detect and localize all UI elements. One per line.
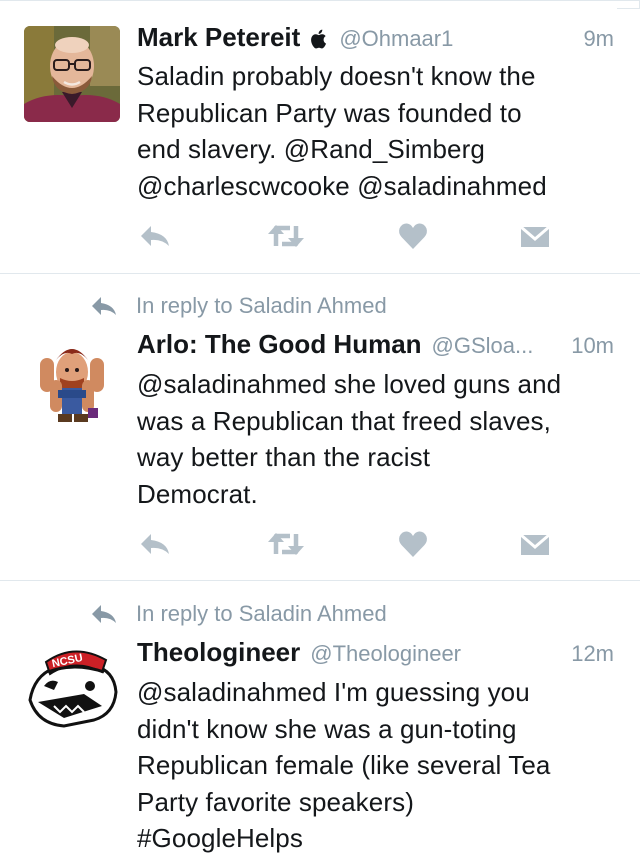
tweet-text-line: way better than the racist — [137, 442, 431, 472]
reply-icon — [141, 534, 169, 554]
tweet-actions — [0, 526, 640, 562]
tweet-text-line: Party favorite speakers) — [137, 786, 414, 817]
tweet-text: Saladin probably doesn't know the Republ… — [137, 58, 617, 204]
tweet-header: Arlo: The Good Human @GSloa... 10m — [137, 329, 614, 363]
timestamp: 12m — [571, 641, 614, 666]
reply-arrow-icon — [92, 297, 116, 315]
tweet-divider — [0, 273, 640, 274]
handle[interactable]: @Ohmaar1 — [339, 26, 453, 52]
reply-arrow-icon — [92, 605, 116, 623]
tweet-text-line: end slavery. @Rand_Simberg — [137, 134, 485, 164]
timestamp: 10m — [571, 333, 614, 358]
tweet-text-line: Republican female (like several Tea — [137, 750, 551, 780]
reply-icon — [141, 226, 169, 246]
tweet-text-line: Republican Party was founded to — [137, 97, 522, 128]
like-button[interactable] — [396, 218, 430, 254]
direct-message-button[interactable] — [518, 218, 552, 254]
tweet-text-line: @saladinahmed I'm guessing you — [137, 677, 530, 707]
handle[interactable]: @GSloa... — [432, 333, 534, 359]
reply-context[interactable]: In reply to Saladin Ahmed — [90, 291, 387, 321]
reply-button[interactable] — [135, 526, 175, 562]
retweet-button[interactable] — [265, 526, 307, 562]
tweet-header: Mark Petereit @Ohmaar1 9m — [137, 22, 614, 56]
retweet-button[interactable] — [265, 218, 307, 254]
tweet-actions — [0, 218, 640, 254]
retweet-icon — [268, 225, 304, 247]
tweet-text-line: Democrat. — [137, 478, 258, 509]
avatar[interactable]: NCSU — [24, 640, 120, 736]
reply-button[interactable] — [135, 218, 175, 254]
tweet-text: @saladinahmed she loved guns and was a R… — [137, 366, 617, 512]
tweet-text-line: didn't know she was a gun-toting — [137, 713, 517, 744]
display-name[interactable]: Theologineer — [137, 637, 300, 668]
handle[interactable]: @Theologineer — [310, 641, 461, 667]
avatar[interactable] — [24, 332, 120, 428]
tweet-text-line: @charlescwcooke @saladinahmed — [137, 170, 547, 201]
tweet-divider — [0, 580, 640, 581]
display-name[interactable]: Mark Petereit — [137, 22, 300, 53]
top-border — [0, 0, 640, 1]
reply-context[interactable]: In reply to Saladin Ahmed — [90, 599, 387, 629]
hashtag-link[interactable]: #GoogleHelps — [137, 820, 617, 857]
top-edge-tab — [617, 0, 640, 9]
display-name[interactable]: Arlo: The Good Human — [137, 329, 422, 360]
envelope-icon — [520, 533, 550, 555]
tweet-text: @saladinahmed I'm guessing you didn't kn… — [137, 674, 617, 857]
avatar[interactable] — [24, 26, 120, 122]
tweet-text-line: @saladinahmed she loved guns and — [137, 369, 562, 399]
reply-context-label: In reply to Saladin Ahmed — [136, 293, 387, 318]
envelope-icon — [520, 225, 550, 247]
tweet-header: Theologineer @Theologineer 12m — [137, 637, 614, 671]
retweet-icon — [268, 533, 304, 555]
tweet-text-line: was a Republican that freed slaves, — [137, 405, 551, 436]
heart-icon — [399, 531, 427, 557]
like-button[interactable] — [396, 526, 430, 562]
tweet-text-line: Saladin probably doesn't know the — [137, 61, 536, 91]
heart-icon — [399, 223, 427, 249]
reply-context-label: In reply to Saladin Ahmed — [136, 601, 387, 626]
apple-icon — [311, 29, 327, 49]
timestamp: 9m — [583, 26, 614, 51]
direct-message-button[interactable] — [518, 526, 552, 562]
